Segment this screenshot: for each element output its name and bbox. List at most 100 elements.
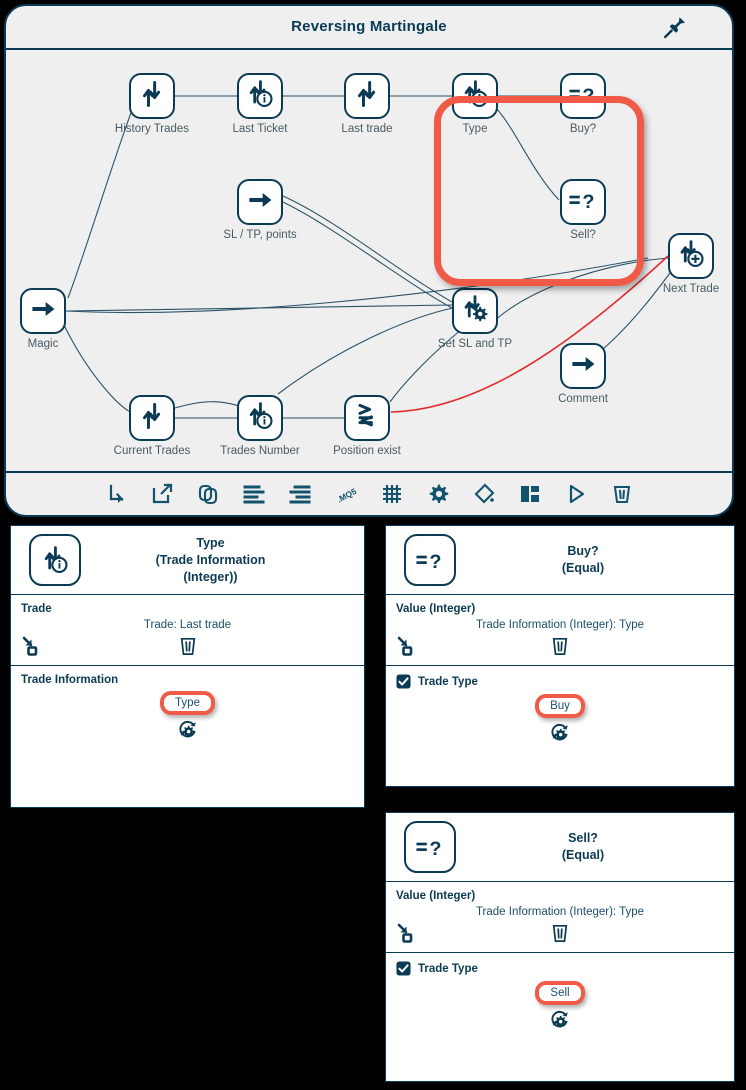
panel-section-trade-type: Trade Type Buy	[386, 666, 734, 748]
panel-type: Type (Trade Information (Integer)) Trade Tra…	[10, 525, 365, 808]
section-label-trade: Trade	[21, 603, 52, 615]
reset-icon[interactable]	[550, 722, 570, 742]
checkbox-checked-icon[interactable]	[396, 674, 411, 689]
reset-row-trade-information	[21, 719, 354, 739]
section-value-wrap-trade-information: Type	[21, 688, 354, 718]
section-value-value-integer: Trade Information (Integer): Type	[475, 619, 645, 631]
node-label-position-exist: Position exist	[333, 445, 401, 457]
trade-information-icon	[29, 534, 81, 586]
arrow-right-icon	[568, 349, 598, 384]
svg-text:?: ?	[429, 551, 441, 573]
export-icon[interactable]	[149, 481, 175, 507]
panel-section-trade: Trade Trade: Last trade	[11, 595, 364, 666]
checkbox-checked-icon[interactable]	[396, 961, 411, 976]
value-pill-trade-type[interactable]: Buy	[535, 694, 585, 718]
layout-icon[interactable]	[517, 481, 543, 507]
pin-icon[interactable]	[662, 14, 688, 40]
panel-sell: ? Sell? (Equal) Value (Integer) Trade Inform…	[385, 812, 735, 1082]
section-label-trade-type: Trade Type	[418, 962, 478, 975]
trash-icon[interactable]	[551, 922, 569, 944]
align-right-icon[interactable]	[287, 481, 313, 507]
trash-icon[interactable]	[609, 481, 635, 507]
section-actions-value-integer	[396, 633, 724, 659]
equal-question-icon: ?	[404, 534, 456, 586]
fill-icon[interactable]	[471, 481, 497, 507]
next-trade-icon	[676, 239, 706, 274]
trade-information-icon	[245, 401, 275, 436]
panel-header-buy: ? Buy? (Equal)	[386, 526, 734, 595]
align-left-icon[interactable]	[241, 481, 267, 507]
mq5-icon[interactable]: .MQ5	[333, 481, 359, 507]
diagram-window: Reversing Martingale History Trades Last…	[4, 4, 734, 517]
node-box-current-trades[interactable]	[129, 395, 175, 441]
set-sl-tp-icon	[460, 294, 490, 329]
node-box-set-sl-tp[interactable]	[452, 288, 498, 334]
node-label-comment: Comment	[558, 393, 608, 405]
diagram-toolbar[interactable]: .MQ5	[6, 471, 732, 515]
gear-icon[interactable]	[425, 481, 451, 507]
panel-title-type: Type (Trade Information (Integer))	[81, 535, 358, 586]
section-label-value-integer: Value (Integer)	[396, 603, 476, 615]
checkbox-row-trade-type[interactable]: Trade Type	[396, 961, 724, 976]
section-value-wrap-trade-type: Buy	[396, 691, 724, 721]
node-label-next-trade: Next Trade	[662, 283, 720, 295]
unlink-icon[interactable]	[21, 635, 43, 657]
panel-title-sell: Sell? (Equal)	[456, 830, 728, 864]
node-box-last-ticket[interactable]	[237, 73, 283, 119]
value-pill-trade-type[interactable]: Sell	[535, 981, 585, 1005]
panel-title-buy: Buy? (Equal)	[456, 543, 728, 577]
comparison-icon	[352, 401, 382, 436]
import-icon[interactable]	[103, 481, 129, 507]
svg-text:?: ?	[429, 838, 441, 860]
node-box-next-trade[interactable]	[668, 233, 714, 279]
trades-arrows-icon	[352, 79, 382, 114]
section-value-trade: Trade: Last trade	[143, 619, 232, 631]
node-box-sl-tp-points[interactable]	[237, 179, 283, 225]
arrow-right-icon	[28, 294, 58, 329]
arrow-right-icon	[245, 185, 275, 220]
section-label-trade-information: Trade Information	[21, 674, 119, 686]
node-label-sl-tp-points: SL / TP, points	[223, 229, 297, 241]
panel-section-value-integer: Value (Integer) Trade Information (Intege…	[386, 595, 734, 666]
panel-buy: ? Buy? (Equal) Value (Integer) Trade Informa…	[385, 525, 735, 787]
node-box-magic[interactable]	[20, 288, 66, 334]
diagram-titlebar: Reversing Martingale	[6, 6, 732, 50]
value-pill-trade-information[interactable]: Type	[160, 691, 215, 715]
reset-icon[interactable]	[178, 719, 198, 739]
node-box-comment[interactable]	[560, 343, 606, 389]
svg-text:.MQ5: .MQ5	[335, 486, 358, 505]
trash-icon[interactable]	[551, 635, 569, 657]
node-box-position-exist[interactable]	[344, 395, 390, 441]
panel-title-line: (Trade Information	[155, 552, 266, 567]
panel-title-line: (Equal)	[561, 848, 605, 862]
node-box-last-trade[interactable]	[344, 73, 390, 119]
panel-title-line: (Integer))	[183, 569, 238, 584]
panel-title-line: Type	[196, 535, 225, 550]
node-box-history-trades[interactable]	[129, 73, 175, 119]
node-box-trades-number[interactable]	[237, 395, 283, 441]
copy-icon[interactable]	[195, 481, 221, 507]
trade-information-icon	[245, 79, 275, 114]
trades-arrows-icon	[137, 401, 167, 436]
reset-icon[interactable]	[550, 1009, 570, 1029]
diagram-canvas[interactable]: History Trades Last Ticket Last trade Type?…	[6, 50, 732, 475]
trades-arrows-icon	[137, 79, 167, 114]
reset-row-trade-type	[396, 1009, 724, 1029]
play-icon[interactable]	[563, 481, 589, 507]
node-label-magic: Magic	[27, 338, 59, 350]
section-label-value-integer: Value (Integer)	[396, 890, 476, 902]
panel-section-trade-type: Trade Type Sell	[386, 953, 734, 1035]
red-highlight-box	[434, 96, 644, 286]
grid-icon[interactable]	[379, 481, 405, 507]
unlink-icon[interactable]	[396, 635, 418, 657]
trash-icon[interactable]	[179, 635, 197, 657]
panel-section-value-integer: Value (Integer) Trade Information (Intege…	[386, 882, 734, 953]
panel-title-line: Buy?	[567, 544, 599, 558]
node-label-set-sl-tp: Set SL and TP	[437, 338, 513, 350]
panel-header-sell: ? Sell? (Equal)	[386, 813, 734, 882]
unlink-icon[interactable]	[396, 922, 418, 944]
checkbox-row-trade-type[interactable]: Trade Type	[396, 674, 724, 689]
page-title: Reversing Martingale	[291, 18, 447, 35]
section-label-trade-type: Trade Type	[418, 675, 478, 688]
equal-question-icon: ?	[404, 821, 456, 873]
